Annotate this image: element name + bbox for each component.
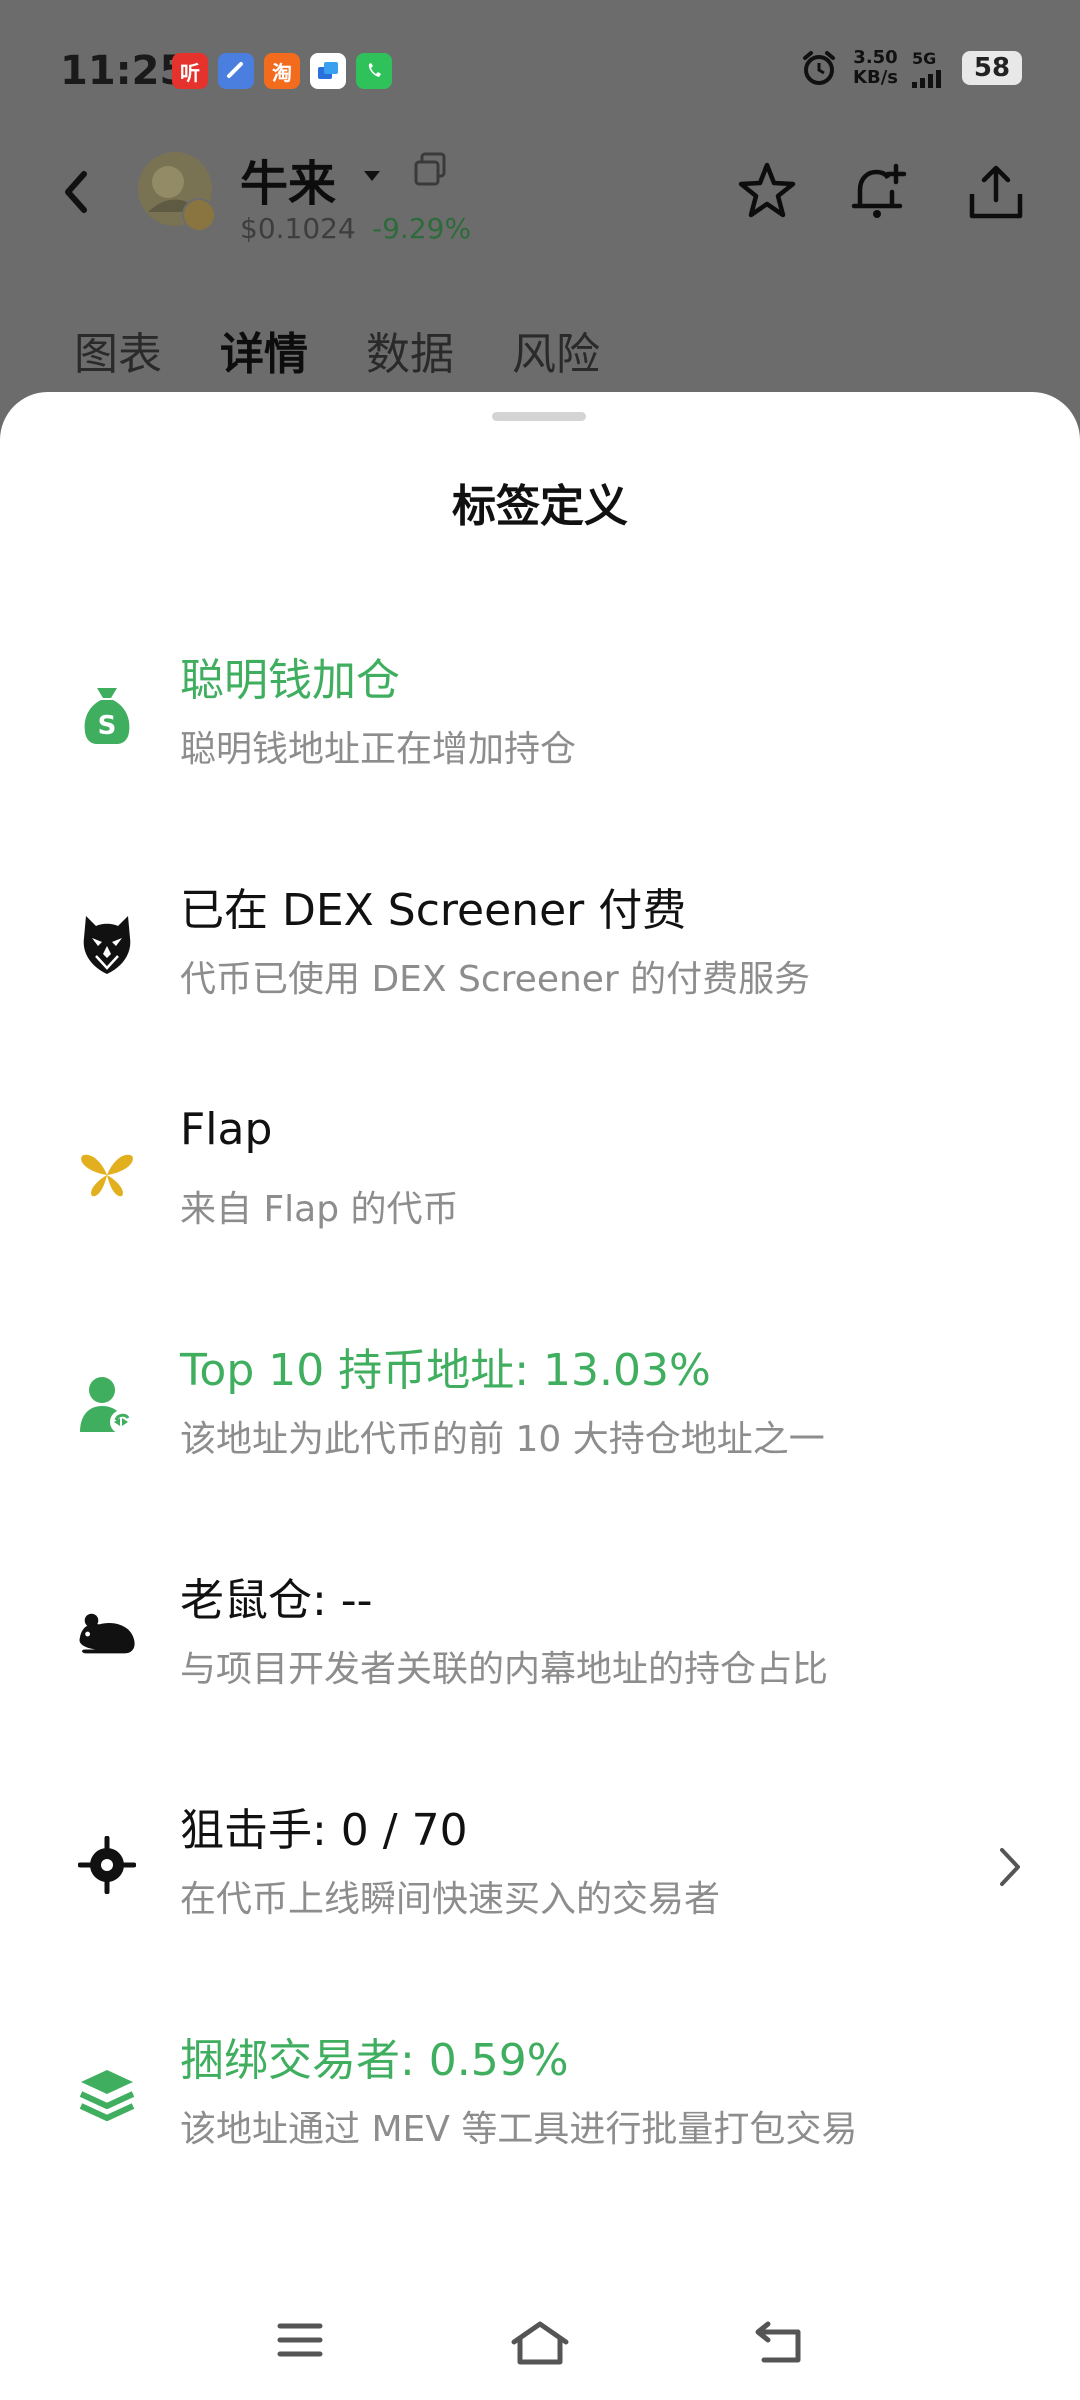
phone-app-icon [356, 53, 392, 89]
sheet-title: 标签定义 [452, 481, 628, 532]
tag-title: 已在 DEX Screener 付费 [180, 885, 687, 936]
menu-nav-button[interactable] [276, 2320, 324, 2364]
tag-item-snipers[interactable]: 狙击手: 0 / 70 在代币上线瞬间快速买入的交易者 [0, 1794, 1080, 1974]
system-icons: 3.50 KB/s 5G 58 [799, 48, 1022, 88]
battery-indicator: 58 [962, 51, 1022, 85]
svg-text:S: S [98, 711, 117, 741]
back-arrow-icon [65, 171, 87, 213]
listen-app-icon: 听 [172, 53, 208, 89]
net-speed: 3.50 KB/s [853, 47, 898, 88]
tag-title: 捆绑交易者: 0.59% [180, 2035, 569, 2086]
system-navigation-bar [0, 2290, 1080, 2400]
rat-icon [76, 1604, 138, 1666]
tag-description: 在代币上线瞬间快速买入的交易者 [180, 1879, 721, 1920]
status-time: 11:25 [60, 48, 188, 94]
tab-details[interactable]: 详情 [220, 318, 308, 382]
tab-data[interactable]: 数据 [366, 318, 454, 382]
copy-icon [414, 152, 446, 186]
tab-chart[interactable]: 图表 [74, 318, 162, 382]
tag-description: 代币已使用 DEX Screener 的付费服务 [180, 959, 811, 1000]
tag-item-top10-holders: Top 10 持币地址: 13.03% 该地址为此代币的前 10 大持仓地址之一 [0, 1334, 1080, 1514]
menu-icon [277, 2323, 323, 2357]
sheet-drag-handle[interactable] [492, 412, 586, 421]
home-icon [511, 2321, 569, 2365]
tag-item-smart-money: S 聪明钱加仓 聪明钱地址正在增加持仓 [0, 644, 1080, 824]
token-name: 牛来 [240, 156, 337, 212]
signal-indicator: 5G [912, 49, 948, 88]
tag-description: 聪明钱地址正在增加持仓 [180, 729, 577, 770]
bell-plus-icon [851, 163, 907, 218]
tag-item-dex-screener-paid: 已在 DEX Screener 付费 代币已使用 DEX Screener 的付… [0, 874, 1080, 1054]
token-header: 牛来 $0.1024 -9.29% [0, 140, 1080, 280]
chevron-right-icon[interactable] [998, 1846, 1022, 1892]
caret-down-icon [364, 171, 380, 181]
favorite-button[interactable] [736, 160, 798, 226]
owl-icon [76, 914, 138, 976]
user-plus-icon [76, 1374, 138, 1436]
money-bag-icon: S [76, 684, 138, 746]
signal-bars-icon [912, 69, 941, 88]
tag-title: Top 10 持币地址: 13.03% [180, 1345, 711, 1396]
share-icon [969, 165, 1023, 219]
crosshair-icon [76, 1834, 138, 1896]
back-nav-button[interactable] [754, 2320, 806, 2368]
tag-title: 聪明钱加仓 [180, 655, 400, 706]
tag-title: Flap [180, 1104, 273, 1155]
tag-item-bundlers: 捆绑交易者: 0.59% 该地址通过 MEV 等工具进行批量打包交易 [0, 2024, 1080, 2204]
notification-app-icons: 听 淘 [172, 53, 392, 89]
token-price: $0.1024 [240, 212, 356, 245]
star-icon [738, 162, 796, 218]
tag-definition-sheet: 标签定义 S 聪明钱加仓 聪明钱地址正在增加持仓 已在 DEX Screener… [0, 392, 1080, 2400]
alert-button[interactable] [846, 160, 910, 228]
alarm-icon [803, 51, 836, 85]
tab-risk[interactable]: 风险 [512, 318, 600, 382]
alipay-app-icon [310, 53, 346, 89]
taobao-app-icon: 淘 [264, 53, 300, 89]
back-return-icon [755, 2321, 801, 2363]
price-change: -9.29% [372, 212, 472, 245]
tag-item-flap: Flap 来自 Flap 的代币 [0, 1104, 1080, 1284]
tag-description: 该地址通过 MEV 等工具进行批量打包交易 [180, 2109, 858, 2150]
home-nav-button[interactable] [510, 2320, 570, 2370]
tag-title: 老鼠仓: -- [180, 1575, 373, 1626]
tag-description: 该地址为此代币的前 10 大持仓地址之一 [180, 1419, 825, 1460]
tag-title: 狙击手: 0 / 70 [180, 1805, 468, 1856]
browser-app-icon [218, 53, 254, 89]
token-dropdown-button[interactable] [362, 168, 382, 187]
back-button[interactable] [62, 168, 90, 220]
share-button[interactable] [964, 160, 1028, 228]
tag-description: 来自 Flap 的代币 [180, 1189, 459, 1230]
layers-icon [76, 2064, 138, 2126]
tag-item-insider: 老鼠仓: -- 与项目开发者关联的内幕地址的持仓占比 [0, 1564, 1080, 1744]
detail-tabs: 图表 详情 数据 风险 [74, 318, 600, 382]
chain-badge-icon [182, 198, 216, 232]
tag-description: 与项目开发者关联的内幕地址的持仓占比 [180, 1649, 829, 1690]
status-bar: 11:25 听 淘 3.50 KB/s 5G 58 [0, 0, 1080, 140]
butterfly-icon [76, 1144, 138, 1206]
copy-button[interactable] [412, 152, 448, 192]
